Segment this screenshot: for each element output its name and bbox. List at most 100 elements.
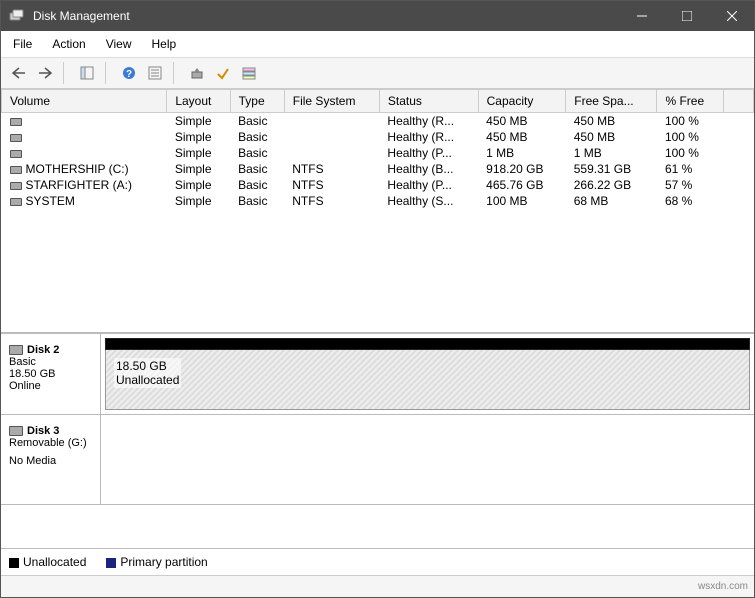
col-filesystem[interactable]: File System [284, 90, 379, 113]
region-size: 18.50 GB [116, 359, 179, 373]
properties-icon[interactable] [143, 62, 167, 84]
cell-type: Basic [230, 145, 284, 161]
list-icon[interactable] [237, 62, 261, 84]
cell-type: Basic [230, 129, 284, 145]
minimize-button[interactable] [619, 1, 664, 31]
volume-table[interactable]: Volume Layout Type File System Status Ca… [1, 89, 754, 209]
show-hide-console-icon[interactable] [75, 62, 99, 84]
cell-pct: 100 % [657, 145, 724, 161]
forward-button[interactable] [33, 62, 57, 84]
cell-type: Basic [230, 161, 284, 177]
volume-list-pane: Volume Layout Type File System Status Ca… [1, 89, 754, 334]
cell-capacity: 918.20 GB [478, 161, 566, 177]
toolbar-separator [173, 62, 181, 84]
cell-free: 450 MB [566, 129, 657, 145]
cell-pct: 57 % [657, 177, 724, 193]
cell-free: 450 MB [566, 113, 657, 130]
cell-status: Healthy (R... [379, 113, 478, 130]
cell-free: 266.22 GB [566, 177, 657, 193]
table-row[interactable]: SimpleBasicHealthy (P...1 MB1 MB100 % [2, 145, 754, 161]
disk-name: Disk 2 [27, 344, 59, 356]
cell-pct: 100 % [657, 129, 724, 145]
table-row[interactable]: MOTHERSHIP (C:) SimpleBasicNTFSHealthy (B… [2, 161, 754, 177]
cell-fs: NTFS [284, 161, 379, 177]
legend-unallocated: Unallocated [9, 555, 86, 569]
disk-label: Disk 2 Basic 18.50 GB Online [1, 334, 101, 414]
menu-view[interactable]: View [96, 35, 142, 53]
cell-status: Healthy (R... [379, 129, 478, 145]
cell-layout: Simple [167, 161, 230, 177]
legend-primary: Primary partition [106, 555, 207, 569]
maximize-button[interactable] [664, 1, 709, 31]
cell-capacity: 100 MB [478, 193, 566, 209]
refresh-icon[interactable] [185, 62, 209, 84]
svg-text:?: ? [126, 69, 132, 80]
disk-region-header [105, 338, 750, 350]
cell-capacity: 465.76 GB [478, 177, 566, 193]
cell-layout: Simple [167, 113, 230, 130]
col-freespace[interactable]: Free Spa... [566, 90, 657, 113]
menu-bar: File Action View Help [1, 31, 754, 58]
toolbar: ? [1, 58, 754, 89]
cell-pct: 68 % [657, 193, 724, 209]
table-row[interactable]: STARFIGHTER (A:)SimpleBasicNTFSHealthy (… [2, 177, 754, 193]
disk-graphic-scroll[interactable]: Disk 2 Basic 18.50 GB Online 18.50 GB Un… [1, 334, 754, 548]
cell-type: Basic [230, 177, 284, 193]
disk-icon [9, 345, 23, 355]
cell-fs [284, 129, 379, 145]
help-icon[interactable]: ? [117, 62, 141, 84]
cell-free: 68 MB [566, 193, 657, 209]
volume-name: SYSTEM [26, 194, 75, 208]
cell-pct: 61 % [657, 161, 724, 177]
col-status[interactable]: Status [379, 90, 478, 113]
col-pctfree[interactable]: % Free [657, 90, 724, 113]
disk-region-unallocated[interactable]: 18.50 GB Unallocated [105, 350, 750, 410]
disk-diagram-empty [101, 415, 754, 504]
cell-layout: Simple [167, 177, 230, 193]
col-capacity[interactable]: Capacity [478, 90, 566, 113]
volume-name: MOTHERSHIP (C:) [26, 162, 129, 176]
swatch-unallocated [9, 558, 19, 568]
cell-free: 559.31 GB [566, 161, 657, 177]
col-type[interactable]: Type [230, 90, 284, 113]
table-row[interactable]: SimpleBasicHealthy (R...450 MB450 MB100 … [2, 113, 754, 130]
cell-fs: NTFS [284, 177, 379, 193]
disk-row[interactable]: Disk 2 Basic 18.50 GB Online 18.50 GB Un… [1, 334, 754, 415]
menu-help[interactable]: Help [142, 35, 187, 53]
disk-size: 18.50 GB [9, 368, 92, 380]
back-button[interactable] [7, 62, 31, 84]
disk-type: Basic [9, 356, 92, 368]
status-bar: wsxdn.com [1, 575, 754, 597]
app-icon [9, 8, 25, 24]
cell-capacity: 1 MB [478, 145, 566, 161]
menu-action[interactable]: Action [42, 35, 95, 53]
swatch-primary [106, 558, 116, 568]
disk-row[interactable]: Disk 3 Removable (G:) No Media [1, 415, 754, 505]
table-row[interactable]: SYSTEMSimpleBasicNTFSHealthy (S...100 MB… [2, 193, 754, 209]
volume-icon [10, 118, 22, 126]
cell-fs: NTFS [284, 193, 379, 209]
disk-diagram[interactable]: 18.50 GB Unallocated [101, 334, 754, 414]
disk-icon [9, 426, 23, 436]
volume-icon [10, 166, 22, 174]
cell-layout: Simple [167, 129, 230, 145]
col-volume[interactable]: Volume [2, 90, 167, 113]
action-icon[interactable] [211, 62, 235, 84]
menu-file[interactable]: File [3, 35, 42, 53]
cell-layout: Simple [167, 193, 230, 209]
volume-icon [10, 134, 22, 142]
volume-icon [10, 198, 22, 206]
volume-icon [10, 182, 22, 190]
close-button[interactable] [709, 1, 754, 31]
cell-free: 1 MB [566, 145, 657, 161]
title-bar: Disk Management [1, 1, 754, 31]
cell-status: Healthy (B... [379, 161, 478, 177]
cell-status: Healthy (S... [379, 193, 478, 209]
col-layout[interactable]: Layout [167, 90, 230, 113]
toolbar-separator [105, 62, 113, 84]
table-row[interactable]: SimpleBasicHealthy (R...450 MB450 MB100 … [2, 129, 754, 145]
cell-fs [284, 113, 379, 130]
disk-type: Removable (G:) [9, 437, 92, 449]
disk-status: Online [9, 380, 92, 392]
cell-capacity: 450 MB [478, 113, 566, 130]
